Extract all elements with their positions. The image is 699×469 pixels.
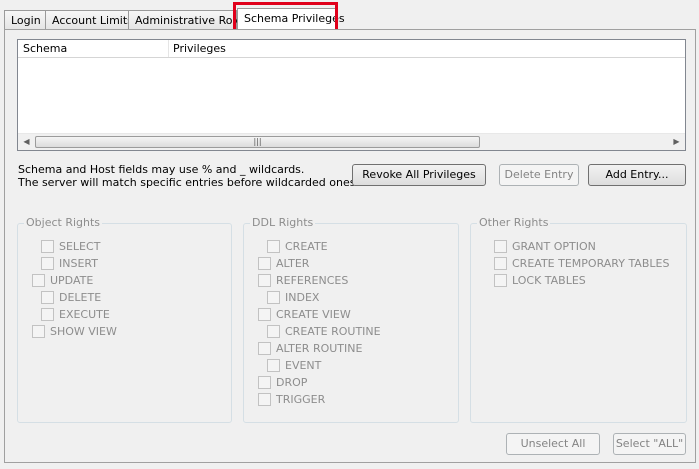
checkbox-label: ALTER ROUTINE — [276, 342, 363, 355]
unselect-all-button[interactable]: Unselect All — [506, 433, 600, 455]
checkbox-box[interactable] — [258, 341, 271, 355]
checkbox-label: INSERT — [59, 257, 98, 270]
checkbox-select[interactable]: SELECT — [41, 239, 101, 254]
checkbox-label: EVENT — [285, 359, 322, 372]
checkbox-lock-tables[interactable]: LOCK TABLES — [494, 273, 586, 288]
scroll-right-icon[interactable]: ▶ — [668, 134, 685, 150]
checkbox-box[interactable] — [258, 392, 271, 406]
checkbox-label: GRANT OPTION — [512, 240, 596, 253]
checkbox-alter-routine[interactable]: ALTER ROUTINE — [258, 341, 363, 356]
checkbox-box[interactable] — [258, 273, 271, 287]
checkbox-box[interactable] — [258, 375, 271, 389]
horizontal-scrollbar[interactable]: ◀ ||| ▶ — [18, 133, 685, 150]
checkbox-event[interactable]: EVENT — [267, 358, 322, 373]
checkbox-box[interactable] — [494, 256, 507, 270]
checkbox-box[interactable] — [267, 239, 280, 253]
other-rights-title: Other Rights — [477, 216, 551, 229]
checkbox-label: UPDATE — [50, 274, 94, 287]
checkbox-label: ALTER — [276, 257, 310, 270]
checkbox-delete[interactable]: DELETE — [41, 290, 102, 305]
checkbox-box[interactable] — [267, 324, 280, 338]
scroll-thumb[interactable]: ||| — [35, 136, 480, 148]
checkbox-box[interactable] — [41, 239, 54, 253]
checkbox-index[interactable]: INDEX — [267, 290, 320, 305]
column-header-privileges[interactable]: Privileges — [173, 42, 226, 55]
checkbox-trigger[interactable]: TRIGGER — [258, 392, 326, 407]
ddl-rights-title: DDL Rights — [250, 216, 316, 229]
revoke-all-privileges-button[interactable]: Revoke All Privileges — [352, 164, 486, 186]
checkbox-box[interactable] — [41, 290, 54, 304]
object-rights-title: Object Rights — [24, 216, 103, 229]
add-entry-button[interactable]: Add Entry... — [588, 164, 686, 186]
object-rights-group: Object Rights SELECT INSERT UPDATE DELET… — [17, 216, 232, 423]
checkbox-create[interactable]: CREATE — [267, 239, 328, 254]
checkbox-box[interactable] — [267, 358, 280, 372]
checkbox-grant-option[interactable]: GRANT OPTION — [494, 239, 596, 254]
scroll-left-icon[interactable]: ◀ — [18, 134, 35, 150]
checkbox-box[interactable] — [494, 273, 507, 287]
checkbox-create-view[interactable]: CREATE VIEW — [258, 307, 351, 322]
checkbox-alter[interactable]: ALTER — [258, 256, 310, 271]
wildcard-hint-line2: The server will match specific entries b… — [18, 176, 359, 189]
checkbox-label: CREATE — [285, 240, 328, 253]
checkbox-label: SHOW VIEW — [50, 325, 117, 338]
checkbox-box[interactable] — [41, 256, 54, 270]
grip-icon: ||| — [253, 137, 262, 146]
checkbox-label: INDEX — [285, 291, 320, 304]
ddl-rights-group: DDL Rights CREATE ALTER REFERENCES INDEX… — [243, 216, 459, 423]
checkbox-drop[interactable]: DROP — [258, 375, 308, 390]
checkbox-create-temporary-tables[interactable]: CREATE TEMPORARY TABLES — [494, 256, 670, 271]
checkbox-label: TRIGGER — [276, 393, 326, 406]
select-all-button[interactable]: Select "ALL" — [613, 433, 686, 455]
delete-entry-button[interactable]: Delete Entry — [499, 164, 579, 186]
tab-administrative-roles[interactable]: Administrative Roles — [128, 10, 248, 30]
checkbox-label: CREATE ROUTINE — [285, 325, 381, 338]
checkbox-box[interactable] — [494, 239, 507, 253]
checkbox-box[interactable] — [258, 256, 271, 270]
checkbox-insert[interactable]: INSERT — [41, 256, 98, 271]
checkbox-label: DROP — [276, 376, 308, 389]
checkbox-label: REFERENCES — [276, 274, 349, 287]
checkbox-label: CREATE TEMPORARY TABLES — [512, 257, 670, 270]
wildcard-hint-line1: Schema and Host fields may use % and _ w… — [18, 163, 305, 176]
column-header-schema[interactable]: Schema — [23, 42, 67, 55]
checkbox-label: DELETE — [59, 291, 102, 304]
checkbox-label: SELECT — [59, 240, 101, 253]
schema-privileges-panel: Schema Privileges ◀ ||| ▶ Schema and Hos… — [4, 29, 696, 463]
checkbox-box[interactable] — [258, 307, 271, 321]
checkbox-box[interactable] — [41, 307, 54, 321]
checkbox-label: CREATE VIEW — [276, 308, 351, 321]
checkbox-update[interactable]: UPDATE — [32, 273, 94, 288]
tab-login[interactable]: Login — [4, 10, 46, 30]
checkbox-show-view[interactable]: SHOW VIEW — [32, 324, 117, 339]
table-header: Schema Privileges — [18, 40, 685, 58]
checkbox-execute[interactable]: EXECUTE — [41, 307, 110, 322]
checkbox-create-routine[interactable]: CREATE ROUTINE — [267, 324, 381, 339]
checkbox-box[interactable] — [32, 324, 45, 338]
checkbox-references[interactable]: REFERENCES — [258, 273, 349, 288]
checkbox-label: LOCK TABLES — [512, 274, 586, 287]
checkbox-box[interactable] — [32, 273, 45, 287]
tab-schema-privileges[interactable]: Schema Privileges — [237, 8, 345, 31]
checkbox-label: EXECUTE — [59, 308, 110, 321]
checkbox-box[interactable] — [267, 290, 280, 304]
other-rights-group: Other Rights GRANT OPTION CREATE TEMPORA… — [470, 216, 687, 423]
schema-entries-table[interactable]: Schema Privileges ◀ ||| ▶ — [17, 39, 686, 151]
column-divider[interactable] — [168, 40, 169, 57]
tab-account-limits[interactable]: Account Limits — [45, 10, 133, 30]
